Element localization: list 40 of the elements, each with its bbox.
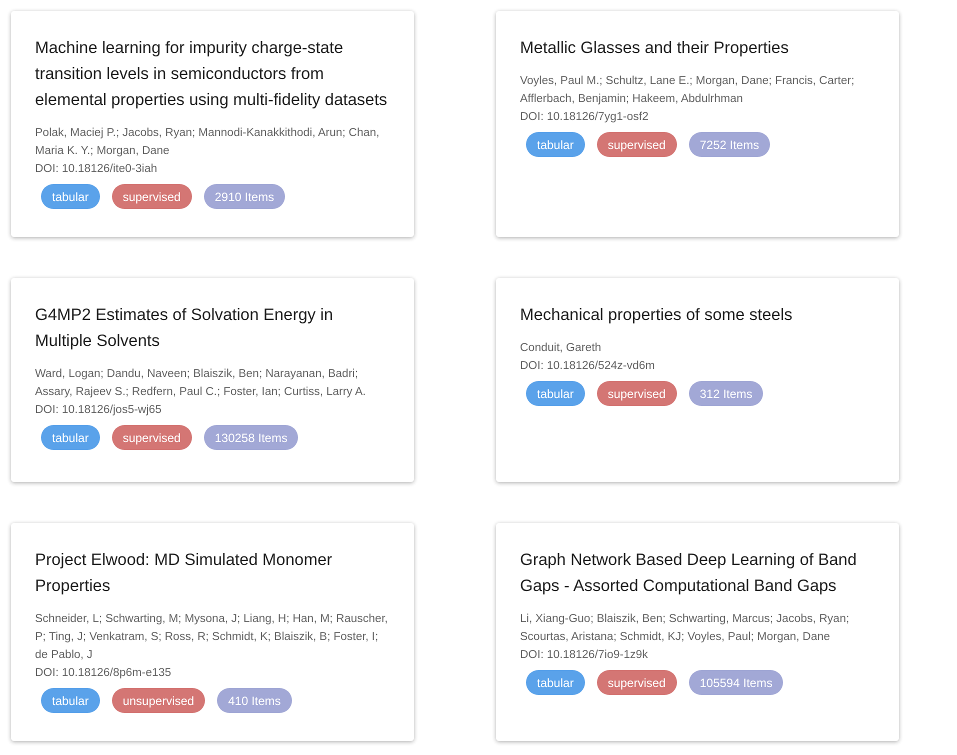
tag-chip: supervised (596, 132, 677, 157)
dataset-authors: Conduit, Gareth (520, 341, 602, 356)
tag-chip: tabular (41, 425, 100, 450)
dataset-doi: DOI: 10.18126/8p6m-e135 (35, 666, 172, 681)
tag-chip: supervised (112, 425, 192, 450)
dataset-doi: DOI: 10.18126/7io9-1z9k (520, 648, 649, 663)
dataset-title: G4MP2 Estimates of Solvation Energy in Multiple Solvents (35, 305, 334, 352)
dataset-title: Mechanical properties of some steels (520, 305, 794, 326)
dataset-title: Metallic Glasses and their Properties (520, 38, 790, 59)
dataset-card[interactable]: Metallic Glasses and their Properties Voyles, Paul M.; Schultz, Lane E.; Morgan, Dane; Francis, Carter; Afflerbach, Benjamin; Hakeem, Abdulrhman DOI: 10.18126/7yg1-osf2 tabular supervised 7252 Items (496, 11, 899, 237)
dataset-doi: DOI: 10.18126/524z-vd6m (520, 359, 656, 374)
tag-chip: 130258 Items (204, 425, 298, 450)
tag-chip: supervised (596, 670, 677, 695)
dataset-authors: Schneider, L; Schwarting, M; Mysona, J; Liang, H; Han, M; Rauscher, P; Ting, J; Venkatram, S; Ross, R; Schmidt, K; Blaiszik, B; Foster, I; de Pablo, J (35, 612, 389, 663)
tag-chip: 7252 Items (688, 132, 770, 157)
tag-chip: tabular (526, 670, 585, 695)
dataset-card[interactable] (496, 523, 899, 741)
dataset-authors: Ward, Logan; Dandu, Naveen; Blaiszik, Ben; Narayanan, Badri; Assary, Rajeev S.; Redfern, Paul C.; Foster, Ian; Curtiss, Larry A. (35, 367, 367, 400)
tag-chip: tabular (41, 688, 100, 713)
dataset-card[interactable]: Mechanical properties of some steels Conduit, Gareth DOI: 10.18126/524z-vd6m tabular supervised 312 Items (496, 278, 899, 482)
dataset-title: Machine learning for impurity charge-state transition levels in semiconductors from elemental properties using multi-fidelity datasets (35, 38, 388, 111)
tag-chip: tabular (41, 184, 100, 209)
dataset-title: Graph Network Based Deep Learning of Band Gaps - Assorted Computational Band Gaps (520, 550, 858, 597)
tag-chip: 105594 Items (688, 670, 784, 695)
dataset-authors: Voyles, Paul M.; Schultz, Lane E.; Morgan, Dane; Francis, Carter; Afflerbach, Benjamin; Hakeem, Abdulrhman (520, 74, 856, 107)
dataset-card[interactable] (11, 11, 414, 237)
dataset-doi: DOI: 10.18126/7yg1-osf2 (520, 110, 650, 125)
tag-chip: 2910 Items (204, 184, 286, 209)
tag-chip: unsupervised (112, 688, 206, 713)
tag-chip: 410 Items (217, 688, 292, 713)
dataset-doi: DOI: 10.18126/ite0-3iah (35, 162, 158, 177)
tag-chip: tabular (526, 381, 585, 406)
dataset-authors: Li, Xiang-Guo; Blaiszik, Ben; Schwarting, Marcus; Jacobs, Ryan; Scourtas, Aristana; Schmidt, KJ; Voyles, Paul; Morgan, Dane (520, 612, 850, 645)
dataset-doi: DOI: 10.18126/jos5-wj65 (35, 403, 163, 418)
tag-chip: 312 Items (688, 381, 764, 406)
tag-chip: supervised (596, 381, 677, 406)
tag-chip: tabular (526, 132, 585, 157)
dataset-authors: Polak, Maciej P.; Jacobs, Ryan; Mannodi-Kanakkithodi, Arun; Chan, Maria K. Y.; Morgan, Dane (35, 126, 380, 159)
tag-chip: supervised (112, 184, 192, 209)
dataset-title: Project Elwood: MD Simulated Monomer Properties (35, 550, 334, 597)
